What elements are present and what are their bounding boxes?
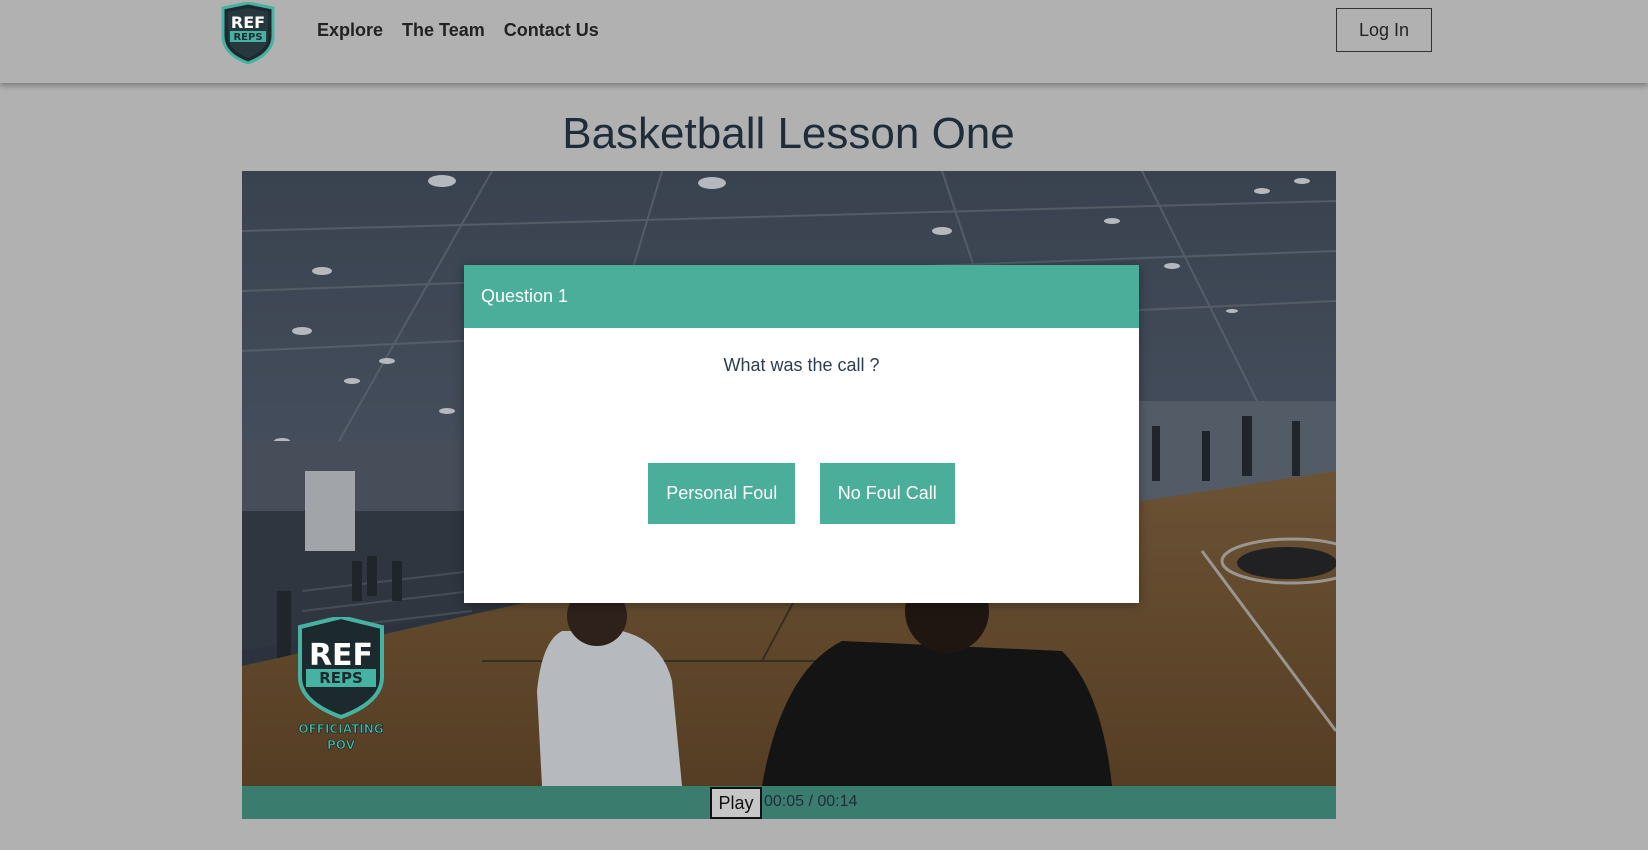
login-button[interactable]: Log In xyxy=(1336,8,1432,52)
video-controls: Play 00:05 / 00:14 xyxy=(242,786,1336,819)
svg-text:REPS: REPS xyxy=(233,32,262,43)
video-time: 00:05 / 00:14 xyxy=(764,793,858,810)
ref-reps-watermark-icon: REF REPS OFFICIATING POV xyxy=(298,617,384,752)
page-title: Basketball Lesson One xyxy=(562,109,1015,158)
navbar: REF REPS Explore The Team Contact Us Log… xyxy=(0,0,1648,83)
no-foul-call-button[interactable]: No Foul Call xyxy=(819,463,955,524)
answer-options: Personal Foul No Foul Call xyxy=(464,463,1139,524)
modal-header: Question 1 xyxy=(464,265,1139,328)
nav-the-team-link[interactable]: The Team xyxy=(402,19,485,41)
question-modal: Question 1 What was the call ? Personal … xyxy=(464,265,1139,603)
svg-text:POV: POV xyxy=(327,738,356,752)
svg-text:REF: REF xyxy=(231,13,265,32)
svg-text:OFFICIATING: OFFICIATING xyxy=(298,722,383,736)
personal-foul-button[interactable]: Personal Foul xyxy=(648,463,796,524)
ref-reps-logo-icon[interactable]: REF REPS xyxy=(219,2,277,64)
nav-contact-us-link[interactable]: Contact Us xyxy=(504,19,599,41)
question-text: What was the call ? xyxy=(723,355,880,375)
main-nav: Explore The Team Contact Us xyxy=(317,19,599,41)
nav-explore-link[interactable]: Explore xyxy=(317,19,383,41)
play-button[interactable]: Play xyxy=(710,787,762,819)
svg-text:REPS: REPS xyxy=(319,669,363,687)
svg-text:REF: REF xyxy=(309,638,373,673)
